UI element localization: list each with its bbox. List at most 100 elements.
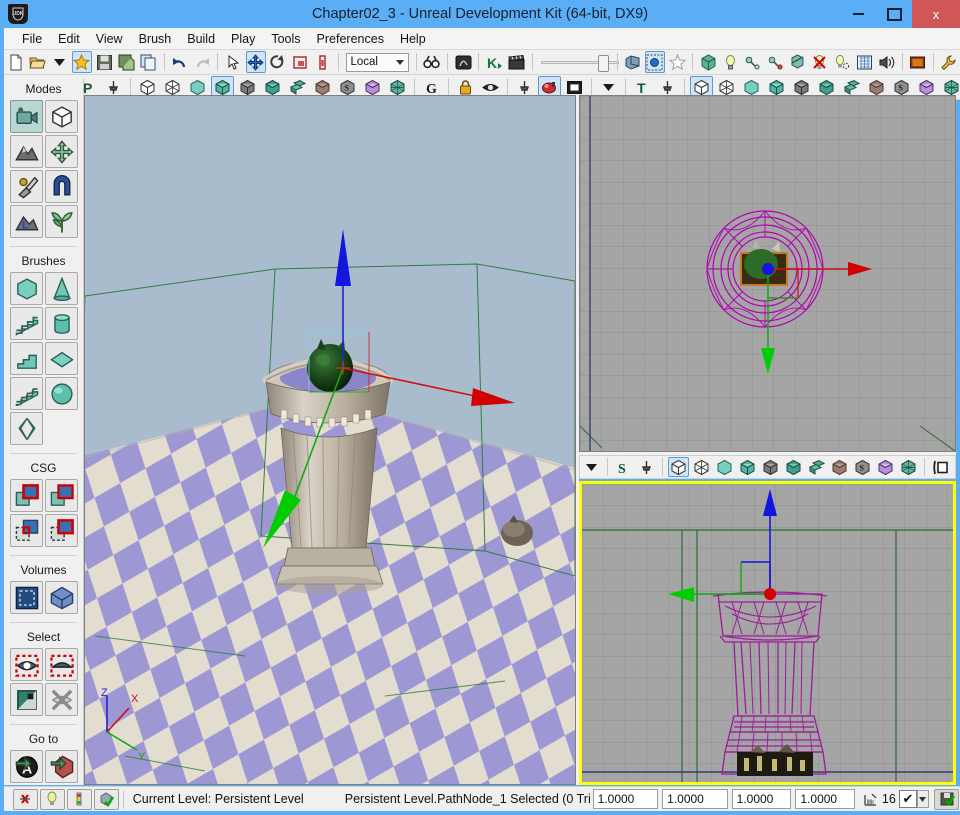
vp-density-button[interactable]: [829, 457, 850, 477]
build-cover-button[interactable]: [787, 51, 807, 73]
undo-button[interactable]: [170, 51, 190, 73]
maximize-button[interactable]: [876, 0, 912, 28]
menu-brush[interactable]: Brush: [131, 30, 180, 48]
save-button[interactable]: [94, 51, 114, 73]
clear-lighting-status-button[interactable]: [12, 788, 38, 810]
csg-subtract-button[interactable]: [45, 479, 78, 512]
brush-sheet-button[interactable]: [45, 342, 78, 375]
scale-nonuniform-tool-button[interactable]: [312, 51, 332, 73]
content-browser-button[interactable]: [453, 51, 473, 73]
grid-snap-checkbox[interactable]: ✔: [899, 790, 917, 808]
scale-tool-button[interactable]: [290, 51, 310, 73]
menu-view[interactable]: View: [88, 30, 131, 48]
close-button[interactable]: x: [912, 0, 960, 28]
clear-lighting-button[interactable]: [810, 51, 830, 73]
vp-lit-button[interactable]: [737, 457, 758, 477]
menu-build[interactable]: Build: [179, 30, 223, 48]
side-viewport[interactable]: [579, 481, 956, 785]
mode-landscape-button[interactable]: L: [10, 205, 43, 238]
drag-grid-slider[interactable]: [540, 54, 619, 72]
brush-tetrahedron-button[interactable]: [10, 412, 43, 445]
vp-maximize-button[interactable]: [930, 457, 951, 477]
translate-tool-button[interactable]: [245, 51, 266, 73]
sound-button[interactable]: [876, 51, 896, 73]
menu-preferences[interactable]: Preferences: [309, 30, 392, 48]
mode-terrain-button[interactable]: [10, 135, 43, 168]
build-paths-button[interactable]: [743, 51, 763, 73]
new-file-button[interactable]: [5, 51, 25, 73]
volume-add-button[interactable]: [10, 581, 43, 614]
play-in-editor-button[interactable]: [908, 51, 928, 73]
perspective-viewport[interactable]: Z X Y: [84, 95, 576, 785]
vp-wireframe-button[interactable]: [668, 457, 689, 477]
favorite-star-button[interactable]: [71, 51, 92, 73]
select-tool-button[interactable]: [223, 51, 243, 73]
build-geometry-button[interactable]: [623, 51, 643, 73]
scale-z-field[interactable]: 1.0000: [731, 789, 792, 809]
mode-geometry-button[interactable]: [45, 100, 78, 133]
brush-cone-button[interactable]: [45, 272, 78, 305]
grid-snap-dropdown[interactable]: [916, 790, 930, 808]
open-file-button[interactable]: [27, 51, 47, 73]
mode-mesh-paint-button[interactable]: [10, 170, 43, 203]
coordinate-system-select[interactable]: Local: [345, 52, 409, 72]
menu-edit[interactable]: Edit: [50, 30, 88, 48]
csg-deintersect-button[interactable]: [45, 514, 78, 547]
vp-snap-button[interactable]: S: [613, 457, 634, 477]
vp-reflection-button[interactable]: [898, 457, 919, 477]
paths-status-button[interactable]: [66, 788, 92, 810]
top-viewport[interactable]: [579, 95, 956, 452]
vp-pin-button[interactable]: [636, 457, 657, 477]
mode-camera-button[interactable]: [10, 100, 43, 133]
goto-brush-button[interactable]: [45, 750, 78, 783]
brush-sphere-button[interactable]: [45, 377, 78, 410]
open-dropdown-button[interactable]: [50, 51, 70, 73]
build-lights-button[interactable]: [721, 51, 741, 73]
vp-dropdown-button[interactable]: [581, 457, 602, 477]
vp-complexity-button[interactable]: [806, 457, 827, 477]
csg-add-button[interactable]: [10, 479, 43, 512]
properties-button[interactable]: [939, 51, 959, 73]
redo-button[interactable]: [192, 51, 212, 73]
copy-button[interactable]: [139, 51, 159, 73]
build-lighting-button[interactable]: [644, 51, 666, 73]
vp-detail-button[interactable]: [760, 457, 781, 477]
brush-cylinder-button[interactable]: [45, 307, 78, 340]
brush-linear-stair-button[interactable]: [10, 342, 43, 375]
vp-lightmap-button[interactable]: [875, 457, 896, 477]
scale-uniform-field[interactable]: 1.0000: [795, 789, 856, 809]
menu-tools[interactable]: Tools: [263, 30, 308, 48]
brush-cube-button[interactable]: [10, 272, 43, 305]
build-all-button[interactable]: [698, 51, 718, 73]
build-paths-define-button[interactable]: [765, 51, 785, 73]
volume-blocking-button[interactable]: [45, 581, 78, 614]
matinee-button[interactable]: [507, 51, 527, 73]
slider-knob[interactable]: [597, 55, 609, 72]
minimize-button[interactable]: [840, 0, 876, 28]
mode-texture-button[interactable]: [45, 135, 78, 168]
select-none-button[interactable]: [45, 648, 78, 681]
build-paths-star-button[interactable]: [667, 51, 687, 73]
select-lights-button[interactable]: [832, 51, 852, 73]
kismet-button[interactable]: K: [484, 51, 504, 73]
vp-brush-wireframe-button[interactable]: [691, 457, 712, 477]
scale-x-field[interactable]: 1.0000: [592, 789, 659, 809]
menu-play[interactable]: Play: [223, 30, 263, 48]
lighting-status-button[interactable]: [39, 788, 65, 810]
vp-unlit-button[interactable]: [714, 457, 735, 477]
build-status-button[interactable]: [93, 788, 119, 810]
goto-actor-button[interactable]: A: [10, 750, 43, 783]
scale-y-field[interactable]: 1.0000: [662, 789, 728, 809]
search-actors-button[interactable]: [422, 51, 442, 73]
mode-foliage-button[interactable]: [45, 205, 78, 238]
select-clear-button[interactable]: [45, 683, 78, 716]
rotate-tool-button[interactable]: [268, 51, 288, 73]
save-all-button[interactable]: [116, 51, 136, 73]
save-status-button[interactable]: [933, 788, 960, 810]
brush-curved-stair-button[interactable]: [10, 307, 43, 340]
lightmap-button[interactable]: [854, 51, 874, 73]
menu-help[interactable]: Help: [392, 30, 434, 48]
mode-static-mesh-button[interactable]: [45, 170, 78, 203]
brush-spiral-stair-button[interactable]: [10, 377, 43, 410]
select-all-button[interactable]: [10, 648, 43, 681]
